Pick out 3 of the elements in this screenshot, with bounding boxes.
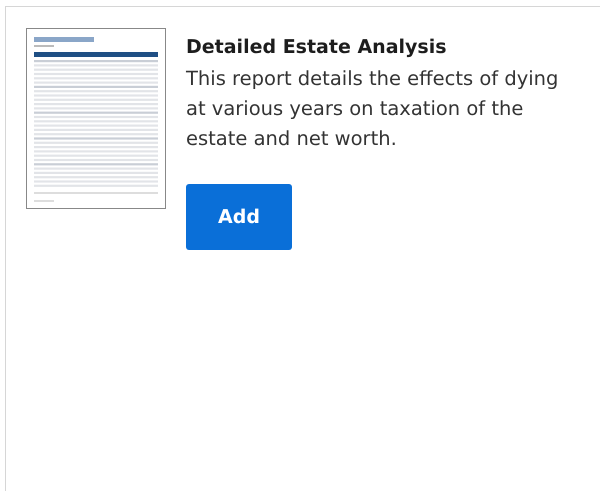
report-description: This report details the effects of dying at various years on taxation of the estate and net worth. <box>186 66 560 152</box>
report-title: Detailed Estate Analysis <box>186 36 447 58</box>
add-button[interactable]: Add <box>186 184 292 250</box>
